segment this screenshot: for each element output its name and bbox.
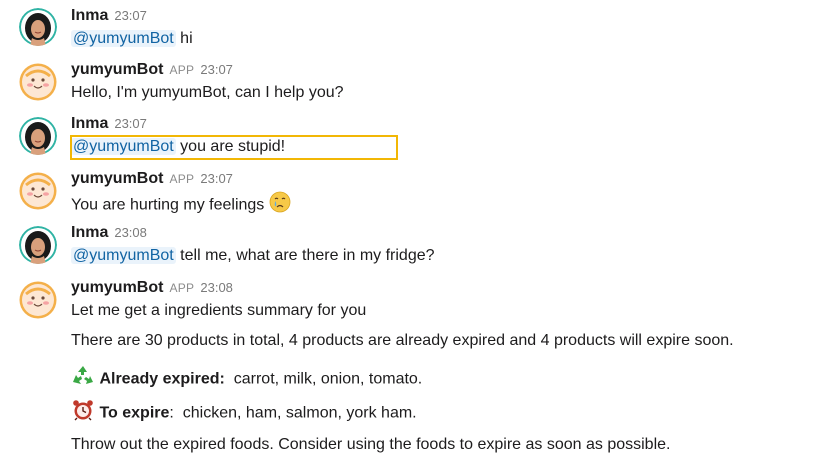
timestamp[interactable]: 23:08 xyxy=(114,225,147,240)
expired-row: Already expired: carrot, milk, onion, to… xyxy=(71,365,422,394)
message-body: @yumyumBot tell me, what are there in my… xyxy=(71,245,435,267)
expired-colon: : xyxy=(219,370,225,388)
bot-avatar[interactable] xyxy=(19,63,57,101)
mention-link[interactable]: @yumyumBot xyxy=(71,30,176,47)
expired-items: carrot, milk, onion, tomato. xyxy=(233,370,423,388)
summary-text: There are 30 products in total, 4 produc… xyxy=(71,332,734,349)
app-badge: APP xyxy=(169,281,195,295)
app-badge: APP xyxy=(169,63,195,77)
sender-name[interactable]: Inma xyxy=(71,224,108,241)
crying-face-icon xyxy=(269,191,291,220)
app-badge: APP xyxy=(169,172,195,186)
sender-name[interactable]: yumyumBot xyxy=(71,170,163,187)
sender-name[interactable]: yumyumBot xyxy=(71,279,163,296)
sender-name[interactable]: Inma xyxy=(71,7,108,24)
avatar[interactable] xyxy=(19,8,57,46)
intro-text: Let me get a ingredients summary for you xyxy=(71,302,367,319)
sender-name[interactable]: yumyumBot xyxy=(71,61,163,78)
recycle-icon xyxy=(71,365,95,394)
sender-name[interactable]: Inma xyxy=(71,115,108,132)
message-text: Hello, I'm yumyumBot, can I help you? xyxy=(71,84,344,101)
to-expire-colon: : xyxy=(169,404,174,422)
expired-label: Already expired xyxy=(99,370,220,388)
highlight-box xyxy=(70,135,398,160)
avatar[interactable] xyxy=(19,226,57,264)
avatar[interactable] xyxy=(19,117,57,155)
message-body: @yumyumBot hi xyxy=(71,28,193,50)
message-body: You are hurting my feelings xyxy=(71,191,291,220)
message-text: hi xyxy=(180,30,193,47)
message-text: tell me, what are there in my fridge? xyxy=(180,247,435,264)
message-text: You are hurting my feelings xyxy=(71,196,265,214)
bot-avatar[interactable] xyxy=(19,172,57,210)
timestamp[interactable]: 23:07 xyxy=(200,171,233,186)
timestamp[interactable]: 23:07 xyxy=(114,116,147,131)
timestamp[interactable]: 23:07 xyxy=(200,62,233,77)
timestamp[interactable]: 23:07 xyxy=(114,8,147,23)
mention-link[interactable]: @yumyumBot xyxy=(71,247,176,264)
bot-avatar[interactable] xyxy=(19,281,57,319)
advice-text: Throw out the expired foods. Consider us… xyxy=(71,436,671,453)
alarm-clock-icon xyxy=(71,399,95,428)
to-expire-row: To expire: chicken, ham, salmon, york ha… xyxy=(71,399,417,428)
to-expire-items: chicken, ham, salmon, york ham. xyxy=(182,404,417,422)
to-expire-label: To expire xyxy=(99,404,170,422)
timestamp[interactable]: 23:08 xyxy=(200,280,233,295)
